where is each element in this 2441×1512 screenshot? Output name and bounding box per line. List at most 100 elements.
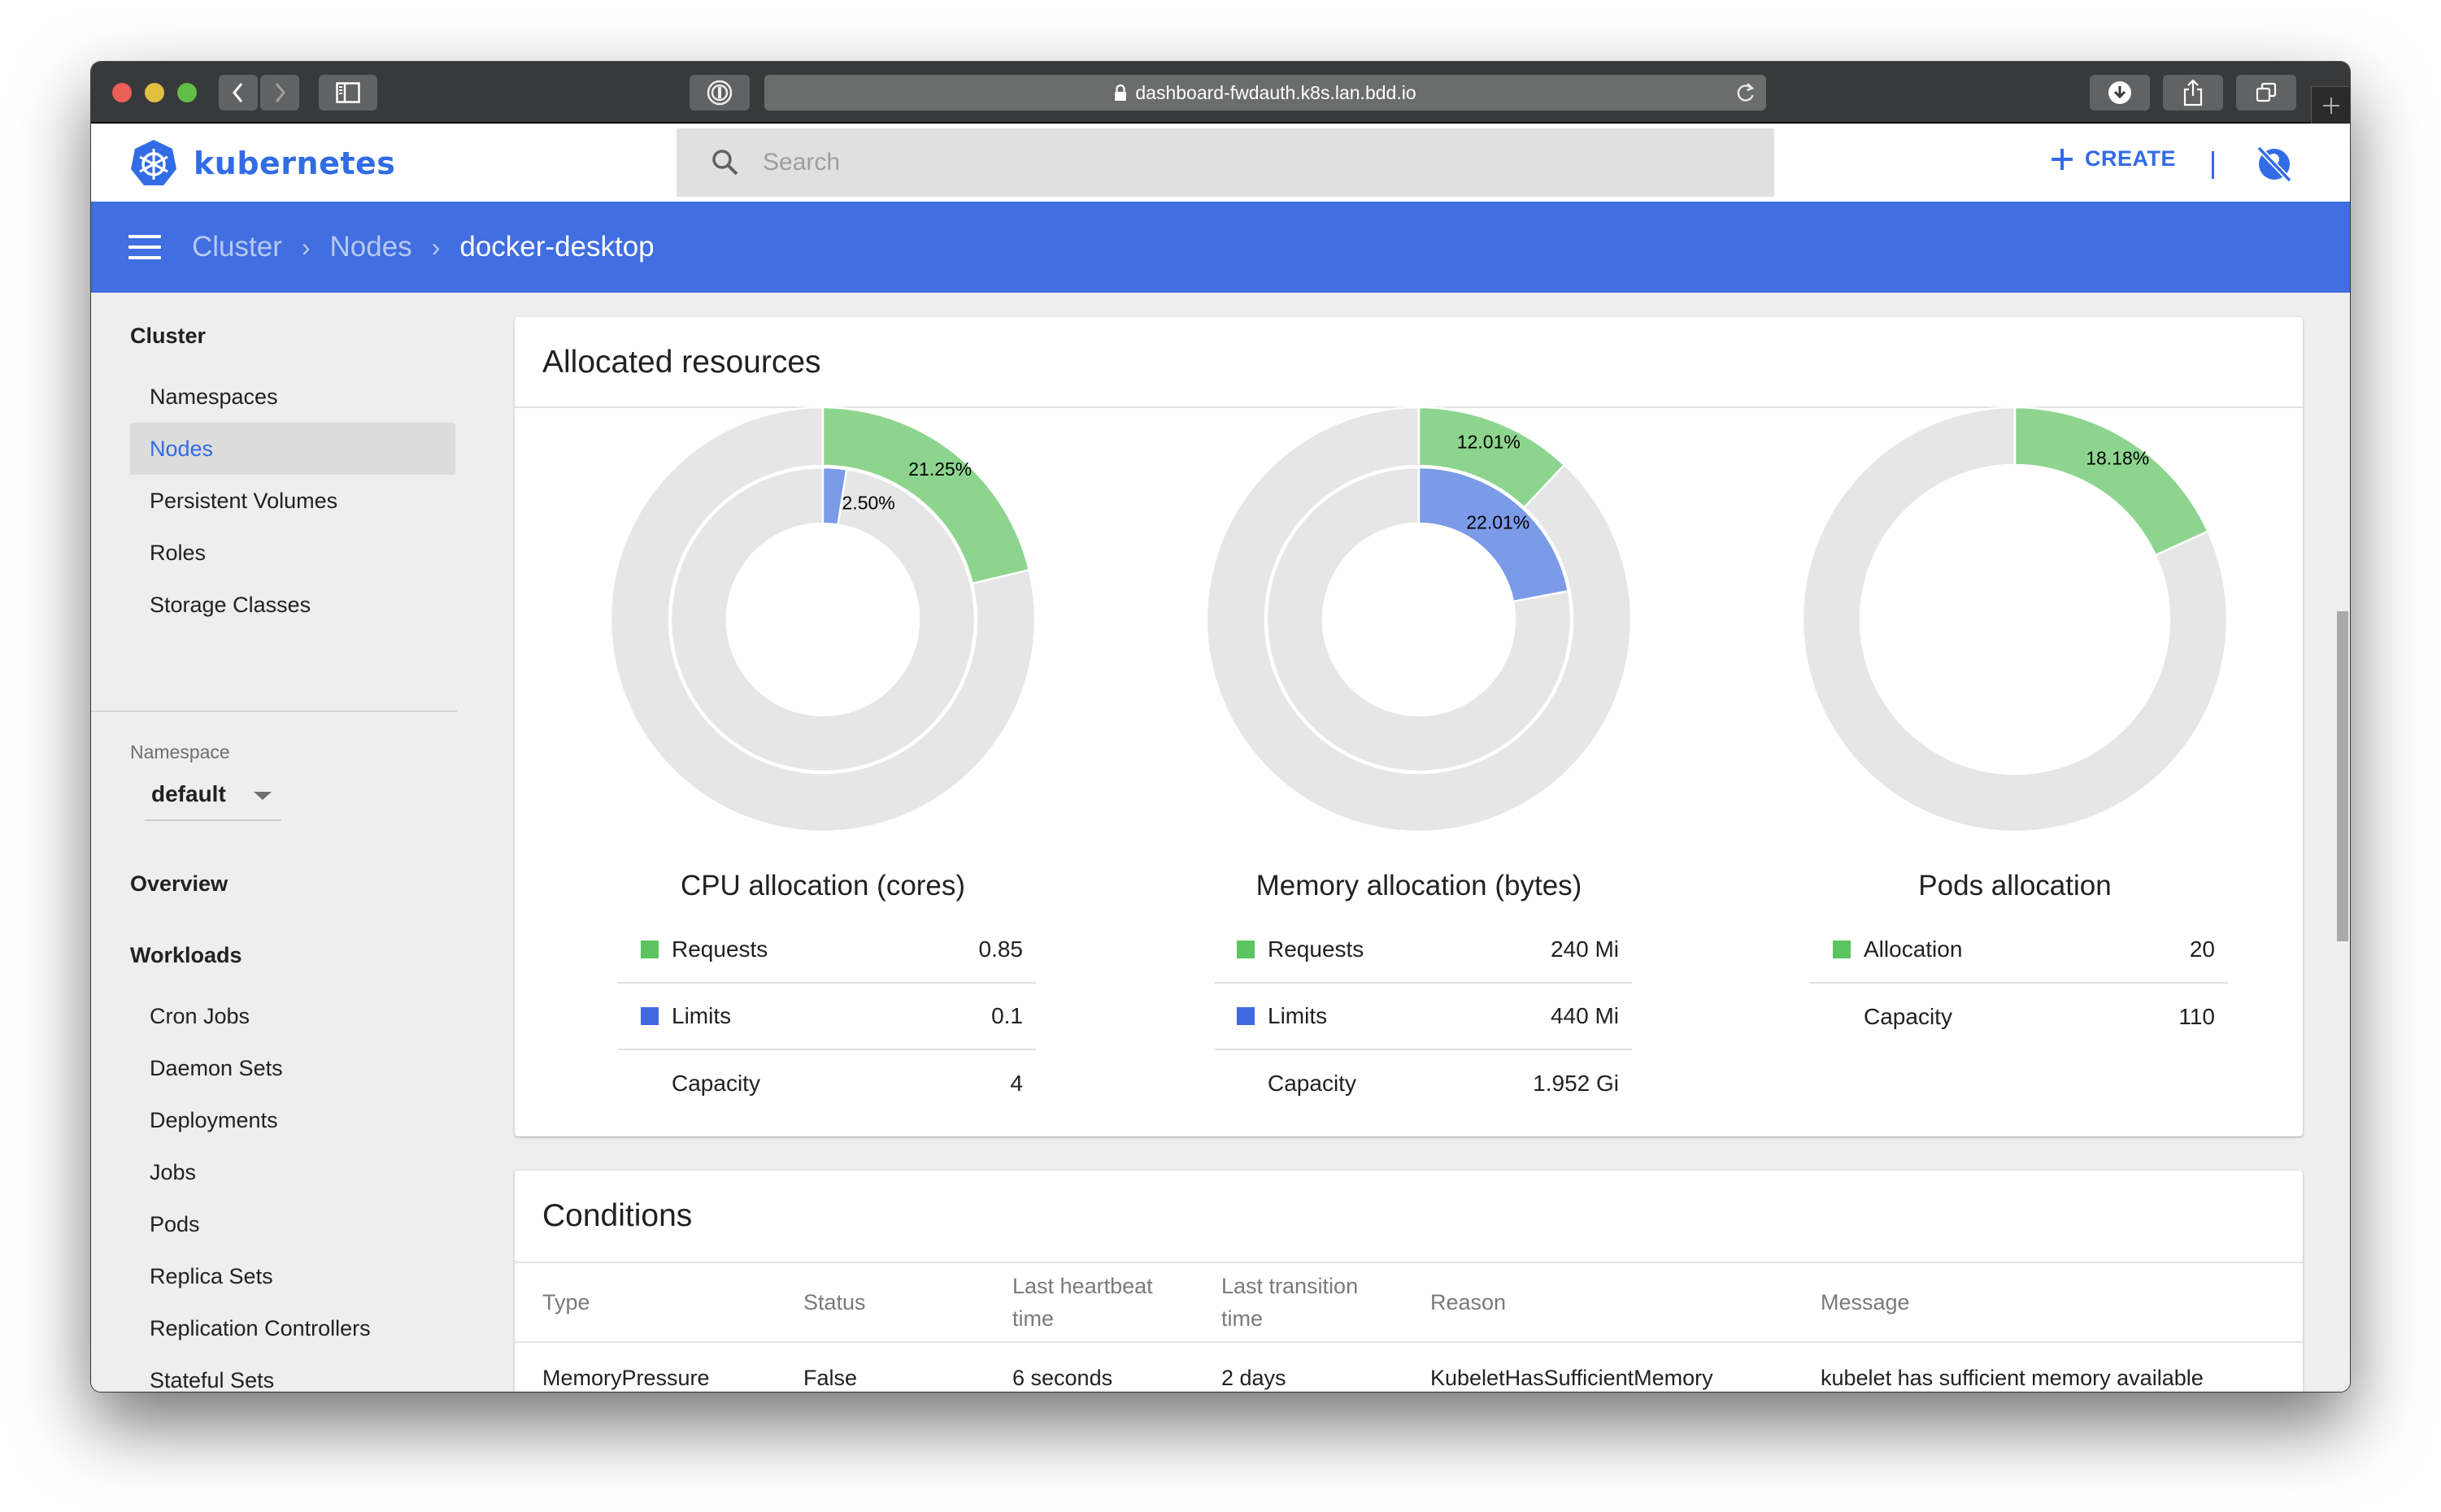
- sidebar-toggle-icon: [336, 82, 360, 103]
- memory-donut: 12.01% 22.01%: [1206, 406, 1632, 832]
- create-label: CREATE: [2085, 146, 2177, 171]
- sidebar-divider: [91, 710, 457, 712]
- chart-legend: Requests 0.85 Limits 0.1 Capacity 4: [618, 917, 1036, 1117]
- password-manager-button[interactable]: [690, 75, 750, 111]
- sidebar-heading-cluster[interactable]: Cluster: [130, 324, 206, 349]
- namespace-value: default: [151, 781, 226, 806]
- column-header-message[interactable]: Message: [1821, 1286, 1910, 1319]
- page-scrollbar[interactable]: [2335, 293, 2350, 1392]
- sidebar-item-roles[interactable]: Roles: [130, 527, 455, 579]
- breadcrumb-cluster[interactable]: Cluster: [192, 231, 282, 263]
- cell-status: False: [803, 1366, 858, 1390]
- new-tab-icon: [2322, 97, 2339, 114]
- tabs-overview-button[interactable]: [2236, 75, 2296, 111]
- cell-message: kubelet has sufficient memory available: [1821, 1366, 2204, 1390]
- logo-text: kubernetes: [194, 146, 396, 181]
- column-header-status[interactable]: Status: [803, 1286, 866, 1319]
- legend-swatch: [1237, 1075, 1255, 1093]
- limits-percent-label: 22.01%: [1466, 512, 1529, 533]
- sidebar-item-namespaces[interactable]: Namespaces: [130, 371, 455, 423]
- share-button[interactable]: [2163, 75, 2223, 111]
- card-title: Conditions: [542, 1198, 693, 1233]
- legend-value: 440 Mi: [1550, 1003, 1619, 1028]
- allocation-slice[interactable]: [2013, 406, 2210, 557]
- sidebar-item-nodes[interactable]: Nodes: [130, 423, 455, 475]
- browser-titlebar: dashboard-fwdauth.k8s.lan.bdd.io: [91, 62, 2350, 124]
- sidebar-nav: Cluster Namespaces Nodes Persistent Volu…: [91, 293, 481, 1392]
- menu-icon[interactable]: [128, 235, 161, 259]
- search-bar[interactable]: [677, 128, 1774, 197]
- namespace-select[interactable]: default: [145, 769, 281, 821]
- back-button[interactable]: [219, 75, 258, 111]
- forward-button[interactable]: [260, 75, 299, 111]
- legend-value: 4: [1010, 1071, 1023, 1096]
- legend-label: Requests: [1268, 936, 1364, 962]
- app-header: kubernetes CREATE: [91, 124, 2350, 202]
- legend-value: 0.1: [991, 1003, 1023, 1028]
- legend-value: 110: [2178, 1004, 2215, 1029]
- sidebar-toggle-button[interactable]: [319, 75, 377, 111]
- sidebar-item-deployments[interactable]: Deployments: [130, 1094, 455, 1146]
- column-header-last-transition[interactable]: Last transition time: [1221, 1270, 1392, 1335]
- column-header-reason[interactable]: Reason: [1430, 1286, 1506, 1319]
- breadcrumb: Cluster › Nodes › docker-desktop: [192, 231, 655, 263]
- sidebar-item-pods[interactable]: Pods: [130, 1198, 455, 1250]
- requests-percent-label: 12.01%: [1457, 431, 1521, 452]
- breadcrumb-nodes[interactable]: Nodes: [330, 231, 412, 263]
- legend-value: 240 Mi: [1550, 936, 1619, 962]
- legend-row-capacity: Capacity 110: [1810, 984, 2228, 1050]
- sidebar-item-storage-classes[interactable]: Storage Classes: [130, 579, 455, 631]
- tabs-icon: [2256, 82, 2277, 102]
- sidebar-item-stateful-sets[interactable]: Stateful Sets: [130, 1354, 455, 1393]
- reload-icon[interactable]: [1735, 81, 1756, 104]
- column-header-last-heartbeat[interactable]: Last heartbeat time: [1012, 1270, 1183, 1335]
- address-bar[interactable]: dashboard-fwdauth.k8s.lan.bdd.io: [764, 75, 1766, 111]
- sidebar-item-replication-controllers[interactable]: Replication Controllers: [130, 1302, 455, 1354]
- chevron-right-icon: ›: [301, 232, 311, 262]
- downloads-button[interactable]: [2090, 75, 2150, 111]
- column-header-type[interactable]: Type: [542, 1286, 590, 1319]
- limits-percent-label: 2.50%: [842, 492, 895, 513]
- create-button[interactable]: CREATE: [2051, 146, 2176, 172]
- namespace-label: Namespace: [130, 741, 230, 763]
- minimize-window-button[interactable]: [145, 83, 164, 102]
- legend-row-requests: Requests 240 Mi: [1214, 917, 1632, 984]
- password-manager-icon: [707, 80, 733, 106]
- sidebar-item-persistent-volumes[interactable]: Persistent Volumes: [130, 475, 455, 527]
- breadcrumb-current: docker-desktop: [459, 231, 655, 263]
- scrollbar-thumb[interactable]: [2337, 611, 2348, 941]
- cell-reason: KubeletHasSufficientMemory: [1430, 1366, 1713, 1390]
- cell-last-heartbeat: 6 seconds: [1012, 1366, 1113, 1390]
- sidebar-item-cron-jobs[interactable]: Cron Jobs: [130, 990, 455, 1042]
- chart-title: Pods allocation: [1918, 870, 2112, 902]
- url-text: dashboard-fwdauth.k8s.lan.bdd.io: [1135, 81, 1416, 103]
- legend-swatch: [1237, 1007, 1255, 1025]
- requests-percent-label: 21.25%: [908, 458, 972, 480]
- legend-row-requests: Requests 0.85: [618, 917, 1036, 984]
- legend-row-allocation: Allocation 20: [1810, 917, 2228, 984]
- close-window-button[interactable]: [112, 83, 132, 102]
- kubernetes-helm-icon: [131, 140, 176, 185]
- pods-donut: 18.18%: [1802, 406, 2228, 832]
- user-logged-out-icon[interactable]: [2256, 145, 2293, 182]
- sidebar-heading-workloads[interactable]: Workloads: [130, 943, 242, 968]
- new-tab-button[interactable]: [2311, 86, 2350, 124]
- legend-label: Capacity: [1268, 1071, 1356, 1096]
- zoom-window-button[interactable]: [177, 83, 197, 102]
- sidebar-heading-overview[interactable]: Overview: [130, 871, 228, 897]
- legend-label: Requests: [672, 936, 768, 962]
- back-icon: [233, 83, 243, 102]
- legend-swatch: [1237, 941, 1255, 958]
- sidebar-item-jobs[interactable]: Jobs: [130, 1146, 455, 1198]
- legend-label: Limits: [1268, 1003, 1328, 1028]
- chart-legend: Allocation 20 Capacity 110: [1810, 917, 2228, 1050]
- sidebar-item-daemon-sets[interactable]: Daemon Sets: [130, 1042, 455, 1094]
- search-input[interactable]: [763, 149, 1657, 176]
- sidebar-item-replica-sets[interactable]: Replica Sets: [130, 1250, 455, 1302]
- legend-label: Limits: [672, 1003, 732, 1028]
- legend-label: Capacity: [1864, 1004, 1952, 1029]
- header-divider: [2212, 151, 2214, 179]
- kubernetes-logo[interactable]: kubernetes: [128, 138, 395, 189]
- chart-title: CPU allocation (cores): [680, 870, 966, 902]
- plus-icon: [2052, 148, 2073, 170]
